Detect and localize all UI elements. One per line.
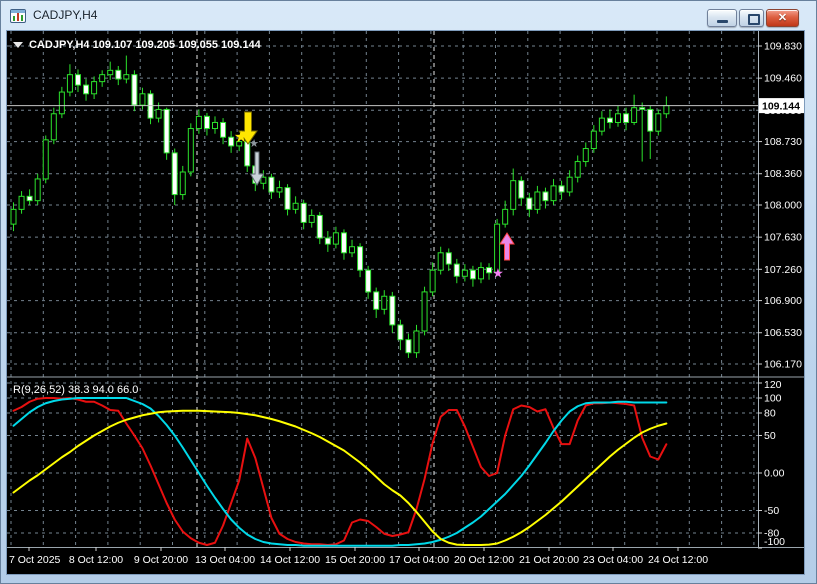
price-axis-label: 109.460 [764, 73, 802, 85]
oscillator-line-slow [14, 411, 667, 545]
price-axis-label: 106.900 [764, 295, 802, 307]
signal-star-gray: ★ [249, 138, 259, 150]
indicator-label-text: R(9,26,52) 38.3 94.0 66.0 [13, 384, 138, 396]
time-axis[interactable]: 7 Oct 2025 8 Oct 12:00 9 Oct 20:00 13 Oct 0… [9, 547, 708, 566]
time-axis-label: 9 Oct 20:00 [134, 554, 188, 566]
price-axis-label: 106.530 [764, 327, 802, 339]
indicator-axis-label: 100 [764, 393, 782, 405]
terminal-window: CADJPY,H4 ✕ ★★★109.830109.460109.090108.… [0, 0, 817, 584]
signal-star-violet: ★ [492, 265, 504, 280]
time-axis-label: 14 Oct 12:00 [260, 554, 320, 566]
oscillator-lines [14, 398, 667, 546]
chart-canvas[interactable]: ★★★109.830109.460109.090108.730108.36010… [7, 31, 804, 574]
time-axis-label: 13 Oct 04:00 [195, 554, 255, 566]
time-axis-label: 20 Oct 12:00 [454, 554, 514, 566]
price-axis[interactable]: 109.830109.460109.090108.730108.360108.0… [758, 41, 802, 371]
svg-text:109.144: 109.144 [762, 101, 800, 113]
panel-frames [7, 31, 804, 548]
signal-star-yellow: ★ [234, 129, 248, 146]
price-axis-label: 106.170 [764, 359, 802, 371]
time-axis-label: 23 Oct 04:00 [583, 554, 643, 566]
indicator-axis-label: 0.00 [764, 468, 785, 480]
signal-markers: ★★★ [234, 112, 514, 280]
oscillator-line-fast [14, 398, 667, 545]
indicator-axis[interactable]: 12010080500.00-50-80-100 [758, 379, 785, 548]
minimize-button[interactable] [707, 9, 737, 27]
close-button[interactable]: ✕ [766, 9, 799, 27]
indicator-axis-label: -100 [764, 536, 785, 548]
title-bar[interactable]: CADJPY,H4 ✕ [1, 1, 816, 31]
chart-client-area[interactable]: ★★★109.830109.460109.090108.730108.36010… [7, 31, 804, 574]
chart-window-icon [10, 9, 26, 23]
time-axis-label: 17 Oct 04:00 [389, 554, 449, 566]
price-axis-label: 107.260 [764, 264, 802, 276]
time-axis-label: 8 Oct 12:00 [69, 554, 123, 566]
symbol-dropdown-icon [13, 42, 23, 48]
current-price-badge: 109.144 [759, 98, 804, 113]
ohlc-text: CADJPY,H4 109.107 109.205 109.055 109.14… [29, 39, 262, 51]
candles [11, 56, 669, 358]
time-axis-label: 7 Oct 2025 [9, 554, 61, 566]
time-axis-label: 15 Oct 20:00 [325, 554, 385, 566]
window-title: CADJPY,H4 [33, 1, 97, 31]
close-icon: ✕ [767, 10, 798, 26]
time-axis-label: 21 Oct 20:00 [519, 554, 579, 566]
price-axis-label: 108.000 [764, 200, 802, 212]
symbol-ohlc-header: CADJPY,H4 109.107 109.205 109.055 109.14… [13, 39, 262, 51]
minimize-icon [717, 20, 728, 23]
indicator-axis-label: 80 [764, 408, 776, 420]
indicator-axis-label: -50 [764, 505, 779, 517]
oscillator-line-medium [14, 398, 667, 546]
indicator-label: R(9,26,52) 38.3 94.0 66.0 [13, 384, 138, 396]
price-axis-label: 107.630 [764, 232, 802, 244]
time-axis-label: 24 Oct 12:00 [648, 554, 708, 566]
grid [7, 31, 758, 547]
indicator-axis-label: 50 [764, 430, 776, 442]
price-axis-label: 108.730 [764, 136, 802, 148]
price-axis-label: 109.830 [764, 41, 802, 53]
indicator-axis-label: 120 [764, 379, 782, 391]
price-axis-label: 108.360 [764, 168, 802, 180]
restore-icon [748, 14, 760, 25]
restore-button[interactable] [739, 9, 764, 27]
